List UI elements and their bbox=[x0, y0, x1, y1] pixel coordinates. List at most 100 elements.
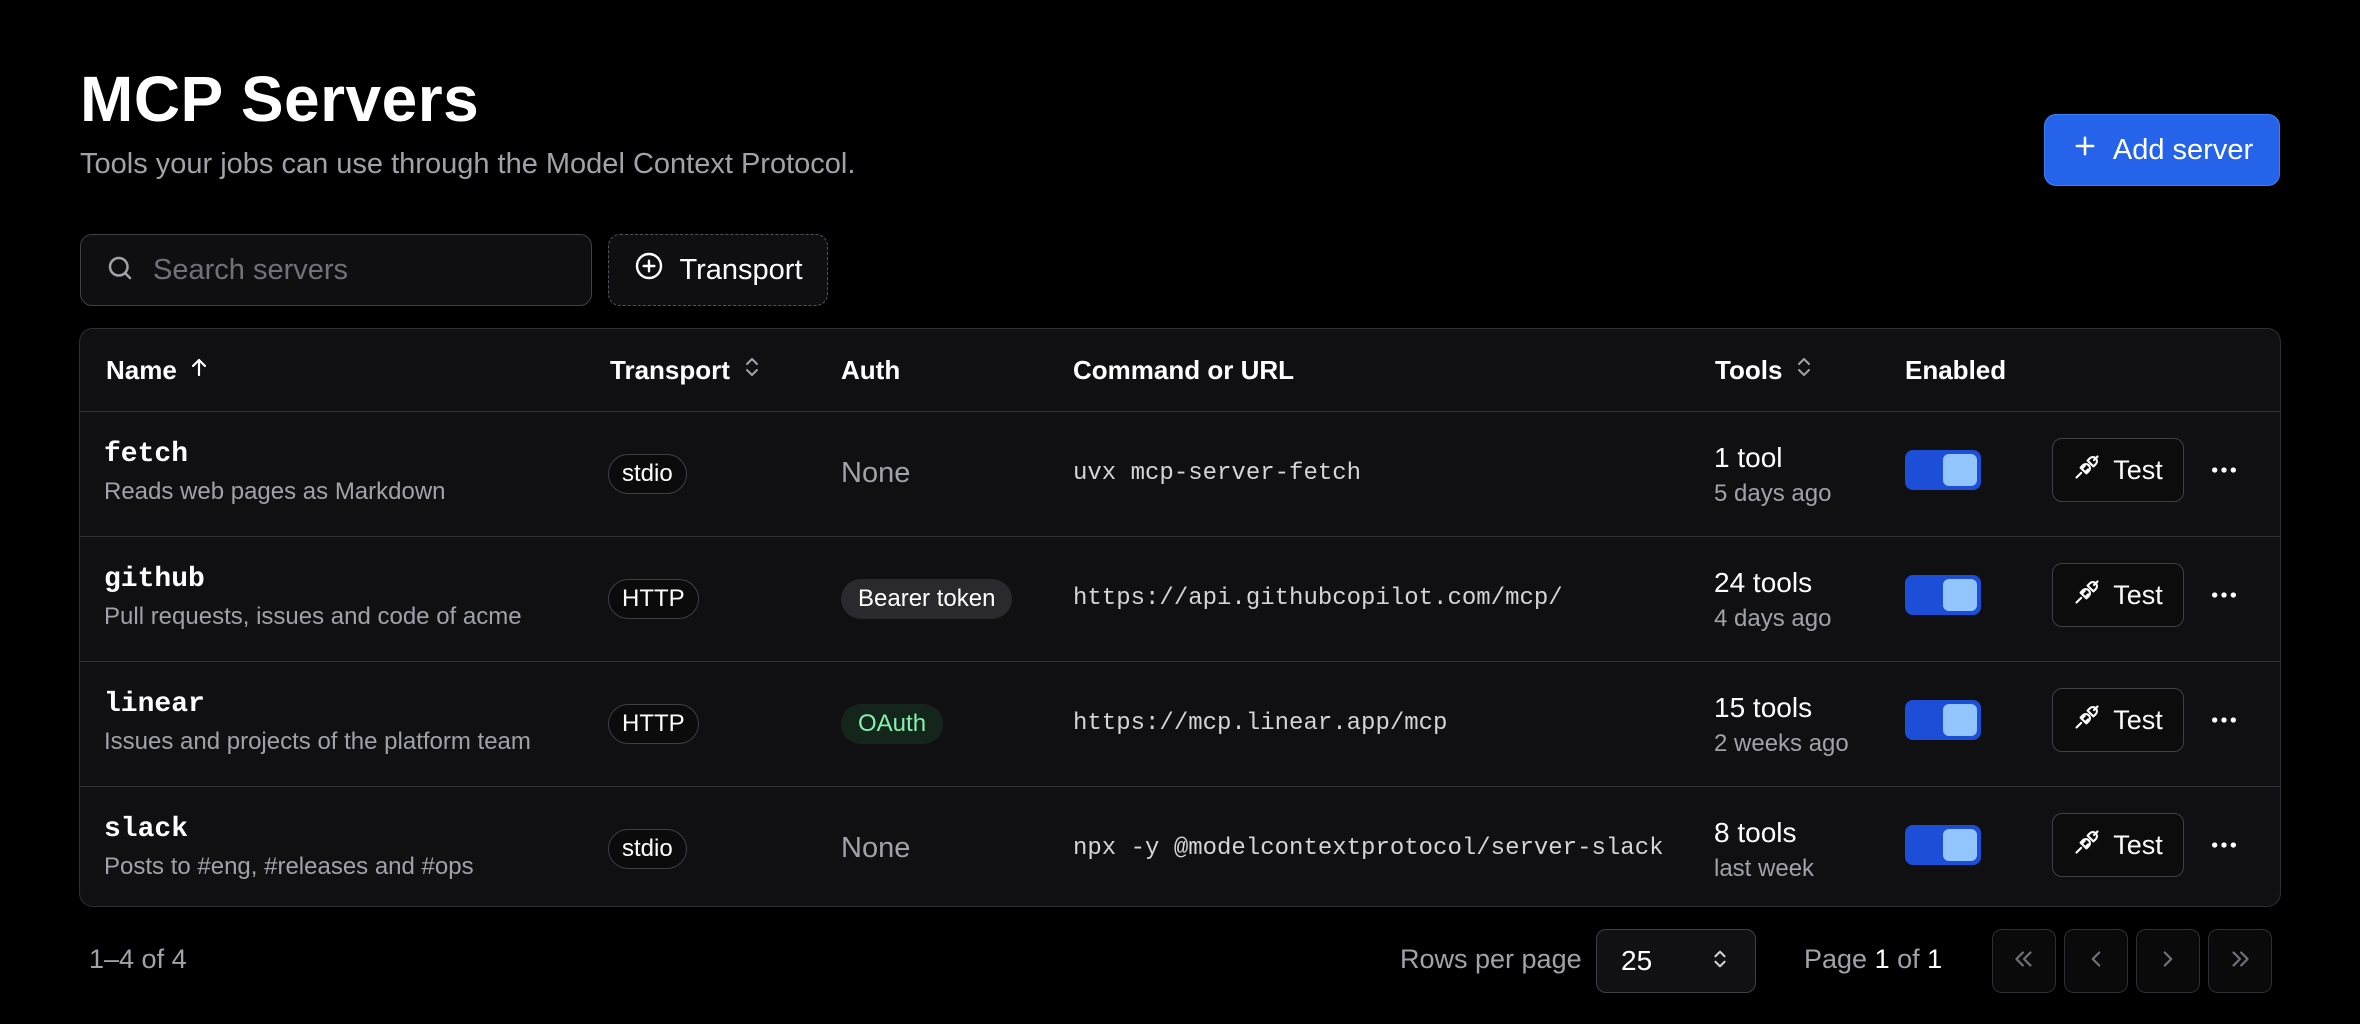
test-label: Test bbox=[2113, 704, 2163, 735]
command-text: uvx mcp-server-fetch bbox=[1073, 460, 1362, 487]
auth-none: None bbox=[841, 457, 911, 489]
server-description: Pull requests, issues and code of acme bbox=[104, 603, 522, 630]
server-cell: github Pull requests, issues and code of… bbox=[104, 564, 522, 631]
search-icon bbox=[105, 253, 135, 288]
chevrons-right-icon bbox=[2227, 946, 2253, 977]
rows-per-page-select[interactable]: 25 bbox=[1596, 929, 1756, 993]
add-server-button[interactable]: Add server bbox=[2044, 114, 2280, 186]
tools-count: 8 tools bbox=[1714, 817, 1797, 848]
page-total: 1 bbox=[1927, 944, 1943, 974]
server-description: Reads web pages as Markdown bbox=[104, 478, 446, 505]
rows-per-page-value: 25 bbox=[1621, 945, 1653, 976]
tools-updated: 5 days ago bbox=[1714, 480, 1832, 507]
plug-icon bbox=[2073, 578, 2101, 613]
plug-icon bbox=[2073, 828, 2101, 863]
command-text: npx -y @modelcontextprotocol/server-slac… bbox=[1073, 835, 1664, 862]
server-description: Issues and projects of the platform team bbox=[104, 728, 531, 755]
column-tools[interactable]: Tools bbox=[1715, 329, 1816, 411]
plus-icon bbox=[2071, 132, 2099, 168]
toggle-knob bbox=[1943, 704, 1977, 736]
test-label: Test bbox=[2113, 829, 2163, 860]
server-name[interactable]: linear bbox=[104, 689, 531, 720]
mcp-servers-page: MCP Servers Tools your jobs can use thro… bbox=[0, 0, 2360, 1024]
page-current: 1 bbox=[1874, 944, 1890, 974]
column-name-label: Name bbox=[106, 354, 177, 385]
toggle-knob bbox=[1943, 454, 1977, 486]
column-tools-label: Tools bbox=[1715, 354, 1783, 385]
table-row[interactable]: linear Issues and projects of the platfo… bbox=[80, 662, 2280, 787]
test-button[interactable]: Test bbox=[2052, 688, 2184, 752]
test-button[interactable]: Test bbox=[2052, 438, 2184, 502]
first-page-button[interactable] bbox=[1992, 929, 2056, 993]
column-transport-label: Transport bbox=[610, 354, 730, 385]
column-command: Command or URL bbox=[1073, 329, 1294, 411]
server-cell: slack Posts to #eng, #releases and #ops bbox=[104, 814, 474, 881]
server-name[interactable]: github bbox=[104, 564, 522, 595]
results-count: 1–4 of 4 bbox=[89, 944, 187, 974]
test-button[interactable]: Test bbox=[2052, 813, 2184, 877]
last-page-button[interactable] bbox=[2208, 929, 2272, 993]
auth-badge: Bearer token bbox=[841, 579, 1013, 619]
column-enabled: Enabled bbox=[1905, 329, 2006, 411]
enabled-toggle[interactable] bbox=[1905, 700, 1981, 740]
column-command-label: Command or URL bbox=[1073, 354, 1294, 385]
enabled-toggle[interactable] bbox=[1905, 450, 1981, 490]
tools-updated: last week bbox=[1714, 855, 1815, 882]
previous-page-button[interactable] bbox=[2064, 929, 2128, 993]
column-name[interactable]: Name bbox=[106, 329, 211, 411]
page-title: MCP Servers bbox=[80, 63, 480, 135]
toggle-knob bbox=[1943, 829, 1977, 861]
auth-none: None bbox=[841, 832, 911, 864]
page-of: of bbox=[1897, 944, 1920, 974]
chevron-right-icon bbox=[2155, 946, 2181, 977]
search-box[interactable] bbox=[80, 234, 592, 306]
plus-circle-icon bbox=[633, 250, 665, 290]
plug-icon bbox=[2073, 703, 2101, 738]
table-row[interactable]: fetch Reads web pages as Markdown stdio … bbox=[80, 412, 2280, 537]
table-row[interactable]: slack Posts to #eng, #releases and #ops … bbox=[80, 787, 2280, 906]
table-header: Name Transport Auth Command or URL Tools bbox=[80, 329, 2280, 412]
server-name[interactable]: slack bbox=[104, 814, 474, 845]
transport-badge: HTTP bbox=[608, 579, 699, 619]
more-icon[interactable] bbox=[2208, 829, 2240, 861]
enabled-toggle[interactable] bbox=[1905, 575, 1981, 615]
chevron-left-icon bbox=[2083, 946, 2109, 977]
enabled-toggle[interactable] bbox=[1905, 825, 1981, 865]
table-row[interactable]: github Pull requests, issues and code of… bbox=[80, 537, 2280, 662]
command-text: https://mcp.linear.app/mcp bbox=[1073, 710, 1448, 737]
transport-filter-button[interactable]: Transport bbox=[608, 234, 828, 306]
chevrons-up-down-icon bbox=[1709, 945, 1731, 977]
transport-badge: stdio bbox=[608, 829, 687, 869]
server-name[interactable]: fetch bbox=[104, 439, 446, 470]
tools-count: 24 tools bbox=[1714, 567, 1813, 598]
transport-badge: HTTP bbox=[608, 704, 699, 744]
page-subtitle: Tools your jobs can use through the Mode… bbox=[80, 148, 856, 180]
test-label: Test bbox=[2113, 454, 2163, 485]
servers-table: Name Transport Auth Command or URL Tools bbox=[79, 328, 2281, 907]
test-label: Test bbox=[2113, 579, 2163, 610]
tools-count: 15 tools bbox=[1714, 692, 1813, 723]
transport-filter-label: Transport bbox=[679, 253, 803, 286]
add-server-label: Add server bbox=[2112, 133, 2254, 166]
tools-updated: 2 weeks ago bbox=[1714, 730, 1849, 757]
server-cell: fetch Reads web pages as Markdown bbox=[104, 439, 446, 506]
more-icon[interactable] bbox=[2208, 704, 2240, 736]
test-button[interactable]: Test bbox=[2052, 563, 2184, 627]
search-input[interactable] bbox=[151, 252, 555, 288]
column-transport[interactable]: Transport bbox=[610, 329, 764, 411]
plug-icon bbox=[2073, 453, 2101, 488]
toggle-knob bbox=[1943, 579, 1977, 611]
arrow-up-icon bbox=[187, 355, 211, 386]
next-page-button[interactable] bbox=[2136, 929, 2200, 993]
rows-per-page-label: Rows per page bbox=[1400, 944, 1582, 974]
tools-count: 1 tool bbox=[1714, 442, 1783, 473]
column-auth-label: Auth bbox=[841, 354, 901, 385]
tools-updated: 4 days ago bbox=[1714, 605, 1832, 632]
sort-icon bbox=[1792, 355, 1816, 386]
more-icon[interactable] bbox=[2208, 454, 2240, 486]
more-icon[interactable] bbox=[2208, 579, 2240, 611]
page-indicator: Page 1 of 1 bbox=[1804, 944, 1942, 975]
chevrons-left-icon bbox=[2011, 946, 2037, 977]
column-enabled-label: Enabled bbox=[1905, 354, 2007, 385]
column-auth: Auth bbox=[841, 329, 900, 411]
